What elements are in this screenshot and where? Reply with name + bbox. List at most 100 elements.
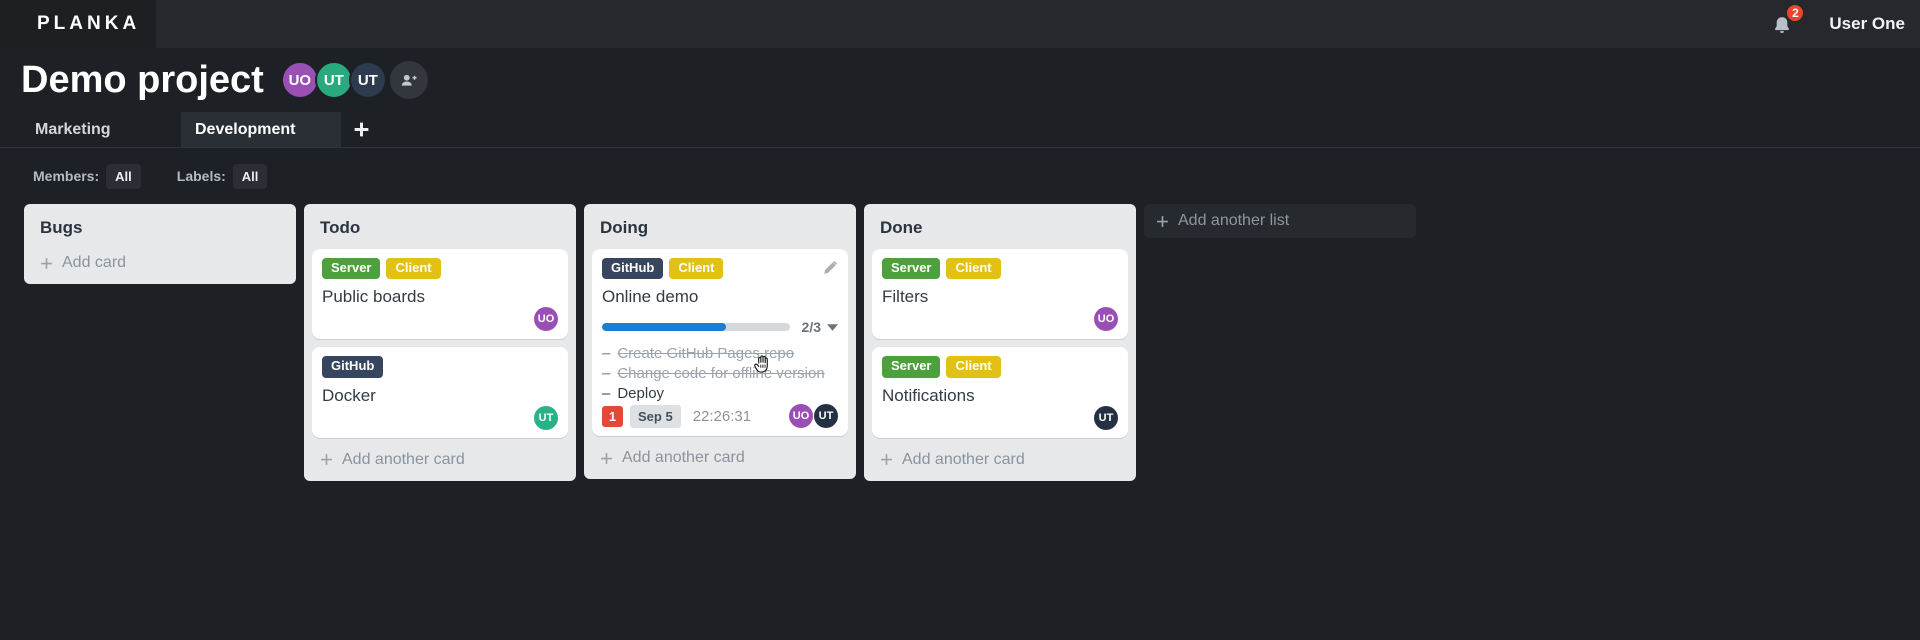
card-footer: 1 Sep 5 22:26:31 UO UT bbox=[602, 404, 838, 429]
notification-count-badge: 1 bbox=[602, 405, 623, 427]
task-marker: – bbox=[602, 365, 611, 383]
members-filter-value[interactable]: All bbox=[106, 163, 141, 189]
card-labels: Server Client bbox=[882, 258, 1118, 280]
progress-count: 2/3 bbox=[801, 319, 821, 336]
label-client[interactable]: Client bbox=[669, 258, 724, 280]
card-title: Notifications bbox=[882, 385, 975, 405]
add-member-button[interactable] bbox=[389, 61, 428, 99]
due-date-badge[interactable]: Sep 5 bbox=[630, 404, 681, 428]
plus-icon bbox=[354, 122, 369, 137]
avatar[interactable]: UO bbox=[280, 61, 319, 99]
card-labels: GitHub bbox=[322, 356, 558, 378]
task-item[interactable]: – Create GitHub Pages repo bbox=[602, 344, 838, 364]
tasks-progress: 2/3 bbox=[602, 319, 838, 335]
project-members: UO UT UT bbox=[280, 61, 428, 99]
label-server[interactable]: Server bbox=[322, 258, 381, 280]
card-title: Public boards bbox=[322, 287, 426, 307]
user-menu[interactable]: User One bbox=[1829, 14, 1905, 34]
avatar[interactable]: UT bbox=[314, 61, 353, 99]
notifications-button[interactable]: 2 bbox=[1771, 3, 1806, 37]
card-notifications[interactable]: Server Client Notifications UT bbox=[872, 347, 1128, 438]
timer-value[interactable]: 22:26:31 bbox=[693, 408, 751, 425]
card-labels: Server Client bbox=[322, 258, 558, 280]
task-text: Deploy bbox=[617, 385, 665, 403]
avatar[interactable]: UT bbox=[1094, 405, 1118, 430]
task-list: – Create GitHub Pages repo – Change code… bbox=[602, 344, 838, 404]
add-card-label: Add another card bbox=[902, 450, 1025, 468]
pencil-icon bbox=[821, 260, 838, 277]
card-online-demo[interactable]: GitHub Client Online demo 2/3 – Create G… bbox=[592, 249, 848, 437]
add-board-button[interactable] bbox=[341, 112, 381, 147]
header-right: 2 User One bbox=[1771, 3, 1920, 37]
task-marker: – bbox=[602, 345, 611, 363]
label-server[interactable]: Server bbox=[882, 356, 941, 378]
tab-marketing[interactable]: Marketing bbox=[21, 112, 181, 147]
board-tabs: Marketing Development bbox=[0, 112, 1920, 148]
card-members: UT bbox=[322, 405, 558, 430]
notifications-badge: 2 bbox=[1785, 3, 1806, 23]
card-members: UO UT bbox=[789, 404, 838, 429]
list-title[interactable]: Bugs bbox=[40, 218, 280, 238]
task-text: Create GitHub Pages repo bbox=[617, 345, 795, 363]
list-doing: Doing GitHub Client Online demo 2/3 – Cr… bbox=[584, 204, 856, 480]
avatar[interactable]: UT bbox=[348, 61, 387, 99]
list-title[interactable]: Done bbox=[880, 218, 1120, 238]
project-title[interactable]: Demo project bbox=[21, 59, 264, 102]
avatar[interactable]: UO bbox=[1094, 307, 1118, 332]
label-github[interactable]: GitHub bbox=[322, 356, 384, 378]
avatar[interactable]: UO bbox=[534, 307, 558, 332]
tab-development[interactable]: Development bbox=[181, 112, 341, 147]
label-github[interactable]: GitHub bbox=[602, 258, 664, 280]
card-title: Docker bbox=[322, 385, 376, 405]
card-public-boards[interactable]: Server Client Public boards UO bbox=[312, 249, 568, 340]
task-item[interactable]: – Deploy bbox=[602, 384, 838, 404]
progress-fill bbox=[602, 323, 726, 332]
list-title[interactable]: Todo bbox=[320, 218, 560, 238]
avatar[interactable]: UO bbox=[789, 404, 813, 429]
card-docker[interactable]: GitHub Docker UT bbox=[312, 347, 568, 438]
plus-icon bbox=[1156, 215, 1169, 228]
labels-filter-value[interactable]: All bbox=[232, 163, 268, 189]
add-card-button[interactable]: Add another card bbox=[312, 446, 568, 473]
list-done: Done Server Client Filters UO Server Cli… bbox=[864, 204, 1136, 481]
list-title[interactable]: Doing bbox=[600, 218, 840, 238]
members-filter-label: Members: bbox=[33, 168, 100, 184]
plus-icon bbox=[40, 257, 53, 270]
add-list-button[interactable]: Add another list bbox=[1144, 204, 1416, 238]
chevron-down-icon[interactable] bbox=[827, 323, 838, 331]
add-card-button[interactable]: Add card bbox=[32, 249, 288, 276]
add-list-label: Add another list bbox=[1178, 212, 1290, 229]
add-card-button[interactable]: Add another card bbox=[872, 446, 1128, 473]
add-card-label: Add another card bbox=[342, 450, 465, 468]
user-plus-icon bbox=[398, 70, 419, 91]
avatar[interactable]: UT bbox=[814, 404, 838, 429]
card-title: Filters bbox=[882, 287, 929, 307]
app-logo[interactable]: PLANKA bbox=[0, 0, 157, 48]
card-labels: GitHub Client bbox=[602, 258, 838, 280]
task-marker: – bbox=[602, 385, 611, 403]
list-bugs: Bugs Add card bbox=[24, 204, 296, 284]
edit-card-button[interactable] bbox=[821, 260, 838, 277]
plus-icon bbox=[880, 453, 893, 466]
add-card-button[interactable]: Add another card bbox=[592, 444, 848, 471]
card-filters[interactable]: Server Client Filters UO bbox=[872, 249, 1128, 340]
task-text: Change code for offline version bbox=[617, 365, 825, 383]
add-card-label: Add another card bbox=[622, 449, 745, 467]
labels-filter-label: Labels: bbox=[176, 168, 226, 184]
add-card-label: Add card bbox=[62, 254, 127, 271]
filter-bar: Members: All Labels: All bbox=[33, 162, 268, 190]
label-client[interactable]: Client bbox=[946, 258, 1001, 280]
plus-icon bbox=[600, 452, 613, 465]
task-item[interactable]: – Change code for offline version bbox=[602, 364, 838, 384]
label-client[interactable]: Client bbox=[946, 356, 1001, 378]
app-header: PLANKA 2 User One bbox=[0, 0, 1920, 48]
label-server[interactable]: Server bbox=[882, 258, 941, 280]
card-members: UT bbox=[882, 405, 1118, 430]
card-labels: Server Client bbox=[882, 356, 1118, 378]
board: Bugs Add card Todo Server Client Public … bbox=[24, 204, 1136, 481]
plus-icon bbox=[320, 453, 333, 466]
label-client[interactable]: Client bbox=[386, 258, 441, 280]
avatar[interactable]: UT bbox=[534, 405, 558, 430]
list-todo: Todo Server Client Public boards UO GitH… bbox=[304, 204, 576, 481]
progress-track bbox=[602, 323, 790, 332]
